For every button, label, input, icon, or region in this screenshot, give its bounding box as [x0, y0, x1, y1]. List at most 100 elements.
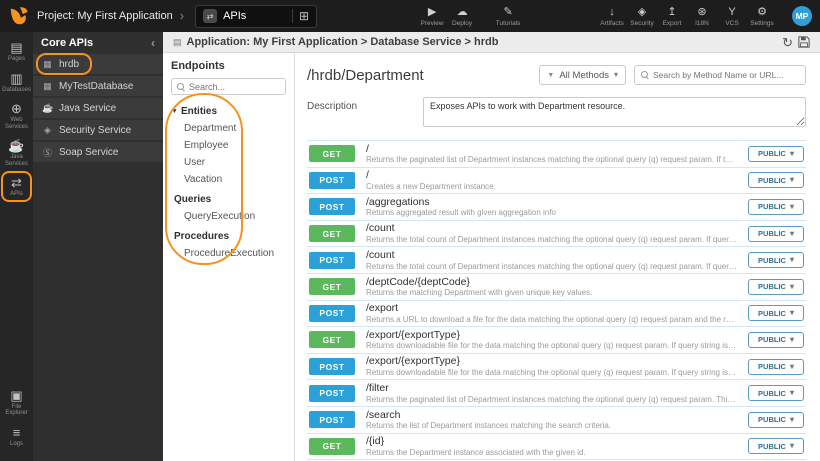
- chevron-right-icon: ›: [179, 8, 185, 23]
- topbar-tool-button[interactable]: ⊛ I18N: [687, 6, 717, 27]
- endpoints-tree: ▼ Entities Department Employee User Vaca…: [163, 100, 294, 262]
- method-filter-dropdown[interactable]: ▼ All Methods ▾: [539, 65, 626, 85]
- method-search[interactable]: [634, 65, 806, 85]
- endpoint-tree-item[interactable]: QueryExecution: [163, 208, 294, 225]
- topbar-action-button[interactable]: ▶ Preview: [417, 6, 447, 27]
- topbar-tool-button[interactable]: Υ VCS: [717, 6, 747, 27]
- endpoint-tree-item[interactable]: Vacation: [163, 171, 294, 188]
- api-endpoint-row[interactable]: GET /deptCode/{deptCode} Returns the mat…: [307, 274, 806, 301]
- api-endpoint-row[interactable]: POST /aggregations Returns aggregated re…: [307, 194, 806, 221]
- endpoint-texts: / Returns the paginated list of Departme…: [366, 143, 737, 165]
- export-icon: ↥: [667, 5, 677, 18]
- endpoint-path: /search: [366, 408, 401, 421]
- endpoint-texts: /{id} Returns the Department instance as…: [366, 435, 737, 457]
- refresh-icon[interactable]: ↻: [782, 36, 793, 49]
- endpoint-tree-item[interactable]: ProcedureExecution: [163, 245, 294, 262]
- endpoints-panel: Endpoints ▼ Entities Department: [163, 53, 295, 461]
- workspace-tab-label: APIs: [223, 10, 247, 22]
- user-avatar[interactable]: MP: [792, 6, 812, 26]
- topbar-tool-button[interactable]: ↓ Artifacts: [597, 6, 627, 27]
- grid-icon[interactable]: ⊞: [292, 9, 309, 23]
- access-level-button[interactable]: PUBLIC ▾: [748, 358, 804, 375]
- tree-item-label: Department: [184, 123, 237, 134]
- access-level-button[interactable]: PUBLIC ▾: [748, 438, 804, 455]
- save-icon[interactable]: [798, 36, 810, 48]
- collapse-panel-icon[interactable]: ‹: [151, 36, 155, 50]
- caret-down-icon: ▾: [789, 281, 794, 291]
- endpoint-tree-item[interactable]: User: [163, 154, 294, 171]
- method-badge: GET: [309, 437, 355, 455]
- access-level-button[interactable]: PUBLIC ▾: [748, 198, 804, 215]
- access-level-button[interactable]: PUBLIC ▾: [748, 225, 804, 242]
- breadcrumb-bar: ▤ Application: My First Application > Da…: [163, 32, 820, 53]
- topbar-action-button[interactable]: ☁ Deploy: [447, 6, 477, 27]
- api-endpoint-row[interactable]: GET / Returns the paginated list of Depa…: [307, 141, 806, 168]
- method-badge: POST: [309, 198, 355, 216]
- core-api-item[interactable]: ☕ Java Service: [33, 98, 163, 118]
- method-search-input[interactable]: [653, 70, 799, 80]
- access-level-button[interactable]: PUBLIC ▾: [748, 411, 804, 428]
- rail-item[interactable]: ▥ Databases: [1, 69, 32, 96]
- api-endpoint-row[interactable]: POST /filter Returns the paginated list …: [307, 380, 806, 407]
- database-table-icon: ▦: [43, 58, 52, 69]
- rail-item[interactable]: ▤ Pages: [1, 38, 32, 65]
- access-level-button[interactable]: PUBLIC ▾: [748, 278, 804, 295]
- access-level-button[interactable]: PUBLIC ▾: [748, 331, 804, 348]
- core-api-item[interactable]: ▦ hrdb: [33, 53, 163, 75]
- api-endpoint-row[interactable]: POST /export/{exportType} Returns downlo…: [307, 354, 806, 381]
- endpoint-texts: /count Returns the total count of Depart…: [366, 249, 737, 271]
- pages-icon: ▤: [10, 40, 23, 55]
- endpoint-tree-item[interactable]: Procedures: [163, 228, 294, 245]
- endpoint-texts: /deptCode/{deptCode} Returns the matchin…: [366, 276, 737, 298]
- api-endpoint-row[interactable]: POST /count Returns the total count of D…: [307, 247, 806, 274]
- endpoint-tree-item[interactable]: ▼ Entities: [163, 103, 294, 120]
- access-level-button[interactable]: PUBLIC ▾: [748, 145, 804, 162]
- access-level-label: PUBLIC: [758, 362, 786, 372]
- endpoint-path: /: [366, 169, 369, 182]
- security-service-icon: ◈: [44, 124, 51, 135]
- tree-item-label: User: [184, 157, 206, 168]
- access-level-button[interactable]: PUBLIC ▾: [748, 385, 804, 402]
- endpoint-description: Returns the list of Department instances…: [366, 421, 611, 431]
- endpoint-path: /export/{exportType}: [366, 355, 460, 368]
- description-textarea[interactable]: Exposes APIs to work with Department res…: [423, 97, 806, 127]
- rail-item[interactable]: ⊕ Web Services: [1, 99, 32, 132]
- access-level-button[interactable]: PUBLIC ▾: [748, 172, 804, 189]
- topbar-tool-button[interactable]: ↥ Export: [657, 6, 687, 27]
- rail-top-group: ▤ Pages ▥ Databases ⊕ Web Services ☕ Jav…: [0, 38, 33, 201]
- endpoints-search[interactable]: [171, 78, 286, 95]
- core-api-item[interactable]: ▦ MyTestDatabase: [33, 76, 163, 96]
- endpoint-tree-item[interactable]: Employee: [163, 137, 294, 154]
- core-api-item[interactable]: ◈ Security Service: [33, 120, 163, 140]
- core-api-item[interactable]: Ⓢ Soap Service: [33, 142, 163, 162]
- endpoints-search-input[interactable]: [189, 81, 280, 92]
- tutorials-icon: ✎: [503, 5, 513, 18]
- api-endpoint-row[interactable]: GET /export/{exportType} Returns downloa…: [307, 327, 806, 354]
- project-title: Project: My First Application: [37, 10, 173, 22]
- rail-item[interactable]: ≡ Logs: [1, 423, 32, 450]
- workspace-tab-apis[interactable]: ⇄ APIs ⊞: [195, 4, 318, 28]
- endpoint-tree-item[interactable]: Queries: [163, 191, 294, 208]
- access-level-label: PUBLIC: [758, 175, 786, 185]
- access-level-button[interactable]: PUBLIC ▾: [748, 305, 804, 322]
- rail-bottom-group: ▣ File Explorer ≡ Logs: [0, 386, 33, 450]
- api-endpoint-row[interactable]: GET /count Returns the total count of De…: [307, 221, 806, 248]
- topbar-tool-button[interactable]: ⚙ Settings: [747, 6, 777, 27]
- api-endpoint-row[interactable]: GET /{id} Returns the Department instanc…: [307, 434, 806, 461]
- method-badge: POST: [309, 411, 355, 429]
- topbar-action-button[interactable]: ✎ Tutorials: [493, 6, 523, 27]
- wavemaker-logo-icon: [8, 5, 30, 27]
- endpoint-texts: /export/{exportType} Returns downloadabl…: [366, 329, 737, 351]
- endpoint-texts: /aggregations Returns aggregated result …: [366, 196, 737, 218]
- api-endpoint-row[interactable]: POST / Creates a new Department instance…: [307, 168, 806, 195]
- top-bar: Project: My First Application › ⇄ APIs ⊞…: [0, 0, 820, 32]
- caret-down-icon: ▾: [789, 148, 794, 158]
- api-endpoint-row[interactable]: POST /search Returns the list of Departm…: [307, 407, 806, 434]
- rail-item[interactable]: ☕ Java Services: [1, 136, 32, 169]
- rail-item[interactable]: ⇄ APIs: [1, 171, 32, 201]
- endpoint-tree-item[interactable]: Department: [163, 120, 294, 137]
- rail-item[interactable]: ▣ File Explorer: [1, 386, 32, 419]
- topbar-tool-button[interactable]: ◈ Security: [627, 6, 657, 27]
- access-level-button[interactable]: PUBLIC ▾: [748, 252, 804, 269]
- api-endpoint-row[interactable]: POST /export Returns a URL to download a…: [307, 301, 806, 328]
